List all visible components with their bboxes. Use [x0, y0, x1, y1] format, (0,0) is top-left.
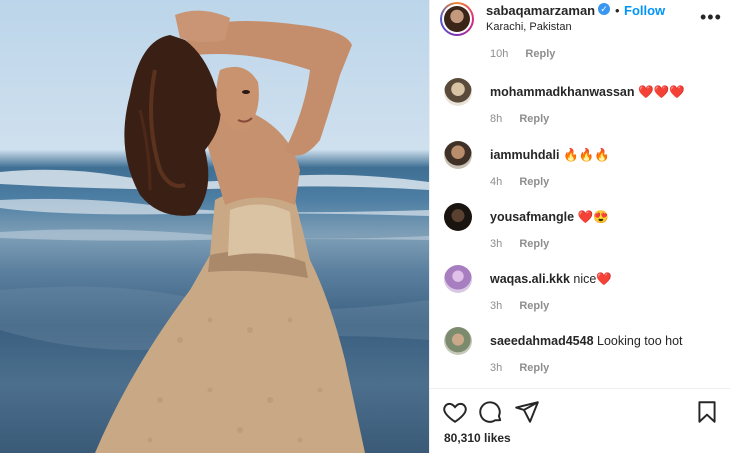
comment-emoji: ❤️😍 — [577, 210, 609, 224]
comment-text: waqas.ali.kkk nice❤️ — [490, 272, 612, 287]
post-actions-bar: 80,310 likes — [430, 388, 730, 454]
instagram-post-view: sabaqamarzaman ✓ • Follow Karachi, Pakis… — [0, 0, 730, 453]
comment-body: Looking too hot — [597, 334, 683, 348]
comment-meta: 3h Reply — [490, 362, 549, 374]
comment-icon[interactable] — [478, 399, 504, 425]
comment-time: 4h — [490, 176, 503, 188]
comment-body: nice — [573, 272, 597, 286]
more-options-icon[interactable]: ••• — [700, 7, 722, 28]
previous-comment-meta: 10h Reply — [490, 48, 555, 60]
reply-button[interactable]: Reply — [519, 362, 549, 374]
comment-avatar[interactable] — [444, 265, 472, 293]
header-separator: • — [615, 3, 620, 18]
comment-username[interactable]: waqas.ali.kkk — [490, 272, 570, 286]
reply-button[interactable]: Reply — [519, 300, 549, 312]
list-item: yousafmangle ❤️😍 3h Reply — [430, 203, 730, 261]
comment-avatar[interactable] — [444, 78, 472, 106]
list-item: iammuhdali 🔥🔥🔥 4h Reply — [430, 141, 730, 199]
post-location[interactable]: Karachi, Pakistan — [486, 21, 572, 33]
comment-time: 8h — [490, 113, 503, 125]
reply-button[interactable]: Reply — [519, 238, 549, 250]
comment-meta: 4h Reply — [490, 176, 549, 188]
comment-emoji: ❤️❤️❤️ — [637, 85, 685, 99]
comment-time: 3h — [490, 300, 503, 312]
comments-list[interactable]: 10h Reply mohammadkhanwassan ❤️❤️❤️ 8h R… — [430, 46, 730, 388]
post-header: sabaqamarzaman ✓ • Follow Karachi, Pakis… — [430, 0, 730, 46]
comment-text: mohammadkhanwassan ❤️❤️❤️ — [490, 85, 685, 100]
avatar[interactable] — [440, 2, 474, 36]
comment-avatar[interactable] — [444, 203, 472, 231]
comment-emoji: ❤️ — [596, 272, 612, 286]
comment-emoji: 🔥🔥🔥 — [562, 148, 610, 162]
reply-button[interactable]: Reply — [525, 48, 555, 60]
reply-button[interactable]: Reply — [519, 176, 549, 188]
post-photo[interactable] — [0, 0, 429, 453]
reply-button[interactable]: Reply — [519, 113, 549, 125]
share-icon[interactable] — [514, 399, 540, 425]
verified-badge-icon: ✓ — [598, 3, 610, 15]
avatar-image — [444, 6, 470, 32]
comment-username[interactable]: saeedahmad4548 — [490, 334, 594, 348]
follow-button[interactable]: Follow — [624, 3, 665, 18]
comment-text: iammuhdali 🔥🔥🔥 — [490, 148, 610, 163]
post-username[interactable]: sabaqamarzaman — [486, 3, 595, 18]
post-side-panel: sabaqamarzaman ✓ • Follow Karachi, Pakis… — [429, 0, 730, 453]
heart-icon[interactable] — [442, 399, 468, 425]
comment-time: 3h — [490, 362, 503, 374]
comment-text: saeedahmad4548 Looking too hot — [490, 334, 683, 348]
list-item: waqas.ali.kkk nice❤️ 3h Reply — [430, 265, 730, 323]
likes-count[interactable]: 80,310 likes — [444, 431, 511, 445]
comment-username[interactable]: iammuhdali — [490, 148, 559, 162]
comment-meta: 3h Reply — [490, 300, 549, 312]
comment-avatar[interactable] — [444, 327, 472, 355]
comment-time: 10h — [490, 48, 509, 60]
comment-avatar[interactable] — [444, 141, 472, 169]
comment-text: yousafmangle ❤️😍 — [490, 210, 609, 225]
post-photo-illustration — [0, 10, 429, 453]
list-item: mohammadkhanwassan ❤️❤️❤️ 8h Reply — [430, 78, 730, 136]
comment-username[interactable]: mohammadkhanwassan — [490, 85, 635, 99]
list-item: saeedahmad4548 Looking too hot 3h Reply — [430, 327, 730, 385]
comment-meta: 8h Reply — [490, 113, 549, 125]
comment-time: 3h — [490, 238, 503, 250]
comment-username[interactable]: yousafmangle — [490, 210, 574, 224]
comment-meta: 3h Reply — [490, 238, 549, 250]
bookmark-icon[interactable] — [694, 399, 720, 425]
